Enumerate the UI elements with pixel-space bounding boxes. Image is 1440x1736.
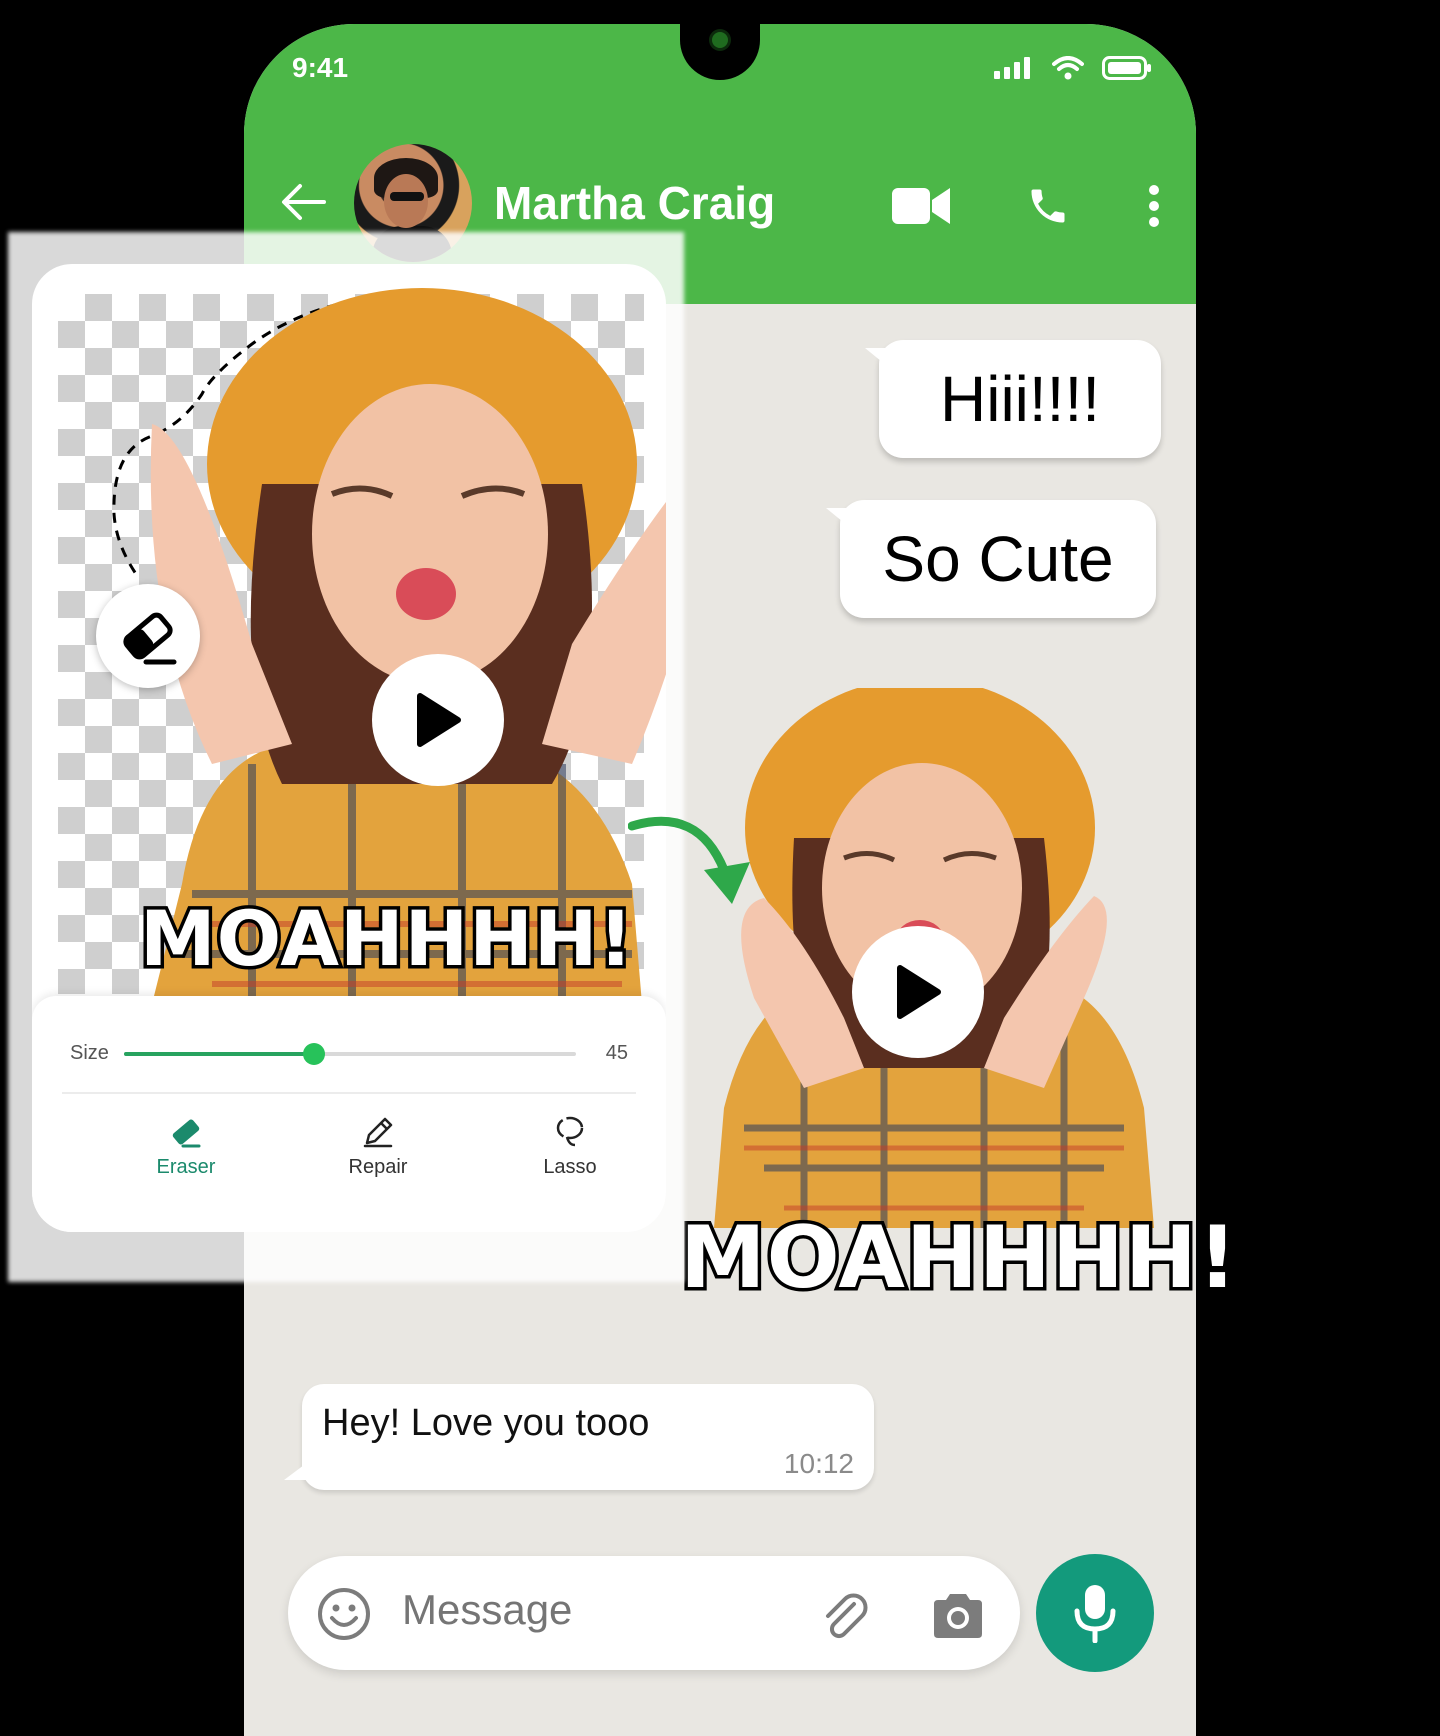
size-slider-thumb[interactable] <box>302 1043 325 1065</box>
play-button[interactable] <box>852 926 984 1058</box>
camera-notch <box>680 24 760 80</box>
message-composer[interactable] <box>288 1556 1020 1670</box>
transform-arrow-icon <box>628 816 750 904</box>
emoji-icon[interactable] <box>316 1586 372 1642</box>
size-slider[interactable] <box>124 1043 576 1065</box>
message-text: So Cute <box>882 523 1114 595</box>
eraser-icon <box>172 1119 201 1148</box>
sticker-message[interactable]: MOAHHHH! <box>676 688 1241 1312</box>
status-icons <box>994 56 1152 80</box>
tool-label: Eraser <box>156 1156 216 1178</box>
outgoing-message[interactable]: So Cute <box>826 500 1156 618</box>
signal-icon <box>994 57 1030 79</box>
wifi-icon <box>1052 56 1084 80</box>
sticker-editor-card: MOAHHHH! Size 45 Eraser Repair Lasso <box>32 264 666 1232</box>
message-time: 10:12 <box>783 1448 854 1479</box>
eraser-fab-button[interactable] <box>96 584 200 688</box>
eraser-icon <box>123 612 177 665</box>
pencil-icon <box>363 1117 393 1148</box>
back-arrow-icon[interactable] <box>280 182 328 222</box>
play-button[interactable] <box>372 654 504 786</box>
eraser-tool-panel: Size 45 Eraser Repair Lasso <box>32 996 666 1232</box>
more-options-icon[interactable] <box>1148 184 1160 228</box>
tool-lasso[interactable]: Lasso <box>500 1114 640 1179</box>
play-icon <box>417 693 461 747</box>
sticker-caption: MOAHHHH! <box>676 1205 1240 1312</box>
voice-record-button[interactable] <box>1036 1554 1154 1672</box>
status-time: 9:41 <box>292 52 349 83</box>
message-text: Hey! Love you tooo <box>322 1402 650 1444</box>
contact-name[interactable]: Martha Craig <box>494 176 775 230</box>
size-label: Size <box>70 1042 109 1064</box>
tool-eraser[interactable]: Eraser <box>116 1114 256 1179</box>
battery-icon <box>1102 56 1151 80</box>
microphone-icon <box>1074 1585 1116 1643</box>
incoming-message[interactable]: Hey! Love you tooo 10:12 <box>284 1384 874 1490</box>
size-value: 45 <box>605 1042 628 1064</box>
divider <box>62 1092 636 1094</box>
lasso-icon <box>556 1116 584 1147</box>
size-slider-fill <box>124 1052 314 1056</box>
attachment-icon[interactable] <box>816 1588 872 1644</box>
video-call-icon[interactable] <box>892 186 950 226</box>
tool-repair[interactable]: Repair <box>308 1114 448 1179</box>
message-input[interactable] <box>402 1586 792 1634</box>
message-text: Hiii!!!! <box>940 363 1100 435</box>
tool-label: Lasso <box>543 1156 597 1178</box>
tool-label: Repair <box>348 1156 408 1178</box>
play-icon <box>897 965 941 1019</box>
outgoing-message[interactable]: Hiii!!!! <box>865 340 1161 458</box>
phone-call-icon[interactable] <box>1026 184 1070 228</box>
sticker-caption: MOAHHHH! <box>136 891 636 987</box>
camera-icon[interactable] <box>930 1590 986 1640</box>
